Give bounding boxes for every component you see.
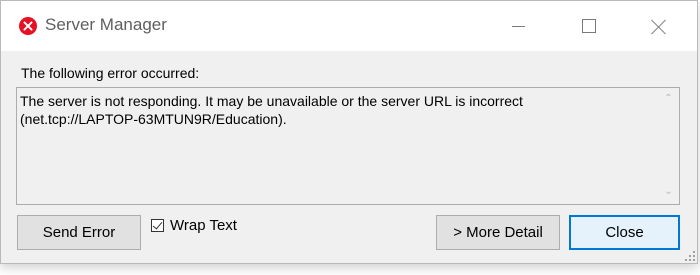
- error-message-text: The server is not responding. It may be …: [20, 92, 652, 128]
- close-icon: [651, 19, 667, 35]
- wrap-text-label[interactable]: Wrap Text: [170, 217, 237, 234]
- window-title: Server Manager: [45, 15, 167, 34]
- server-manager-dialog: Server Manager The following error occur…: [0, 0, 698, 264]
- minimize-button[interactable]: [495, 1, 541, 51]
- title-bar[interactable]: Server Manager: [1, 1, 697, 51]
- error-message-line: The server is not responding. It may be …: [20, 93, 523, 109]
- close-button[interactable]: Close: [569, 215, 680, 250]
- maximize-icon: [582, 19, 596, 33]
- scroll-down-arrow-icon[interactable]: ⌄: [664, 187, 673, 197]
- send-error-button[interactable]: Send Error: [17, 215, 141, 250]
- maximize-button[interactable]: [565, 1, 611, 51]
- resize-grip-icon[interactable]: [685, 251, 695, 261]
- more-detail-button[interactable]: > More Detail: [436, 215, 560, 250]
- error-message-line: (net.tcp://LAPTOP-63MTUN9R/Education).: [20, 111, 287, 127]
- error-message-textbox[interactable]: The server is not responding. It may be …: [16, 87, 680, 205]
- error-icon: [19, 17, 37, 35]
- wrap-text-checkbox[interactable]: [151, 219, 164, 232]
- checkmark-icon: [152, 219, 163, 230]
- scroll-up-arrow-icon[interactable]: ⌃: [664, 94, 673, 104]
- window-close-button[interactable]: [635, 1, 681, 51]
- error-heading: The following error occurred:: [21, 65, 200, 81]
- minimize-icon: [512, 26, 525, 27]
